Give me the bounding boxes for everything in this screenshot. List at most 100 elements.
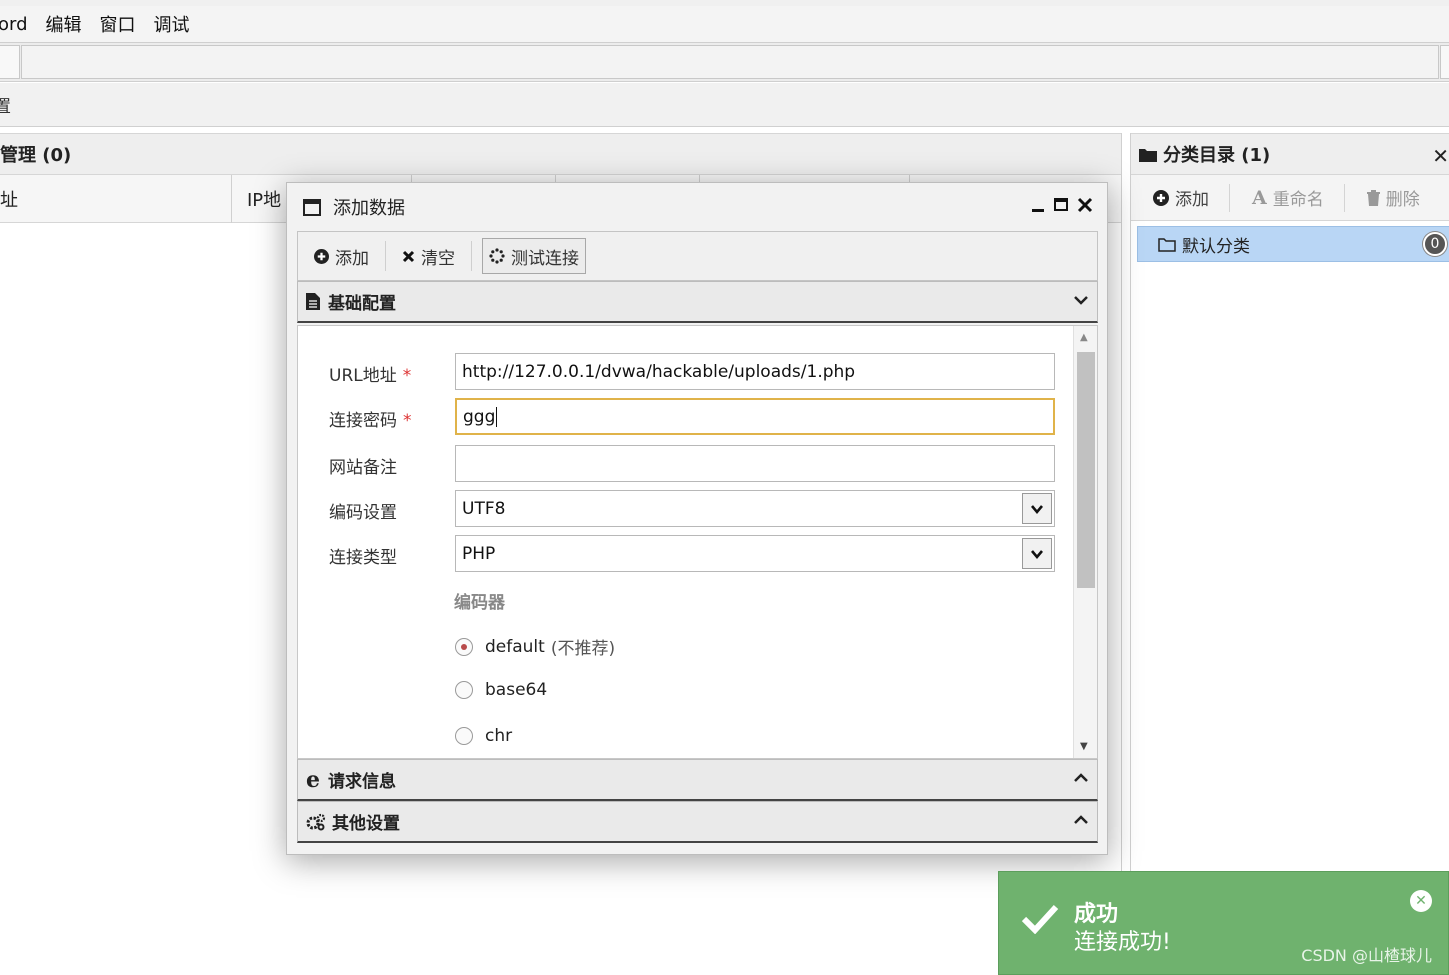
add-button-label: 添加	[335, 248, 369, 269]
dialog-toolbar: 添加 清空 测试连接	[297, 231, 1098, 281]
clear-button-label: 清空	[421, 248, 455, 269]
trash-icon	[1366, 189, 1380, 206]
menubar: ord 编辑 窗口 调试	[0, 0, 1449, 42]
tab-left[interactable]	[0, 45, 20, 79]
add-button[interactable]: 添加	[308, 238, 375, 274]
category-header: 分类目录 (1) ✕	[1131, 133, 1449, 175]
url-row: URL地址 * http://127.0.0.1/dvwa/hackable/up…	[298, 353, 1073, 391]
section-basic-config[interactable]: 基础配置	[297, 281, 1098, 323]
url-label: URL地址 *	[329, 366, 412, 386]
note-input[interactable]	[455, 445, 1055, 482]
encoder-option-default[interactable]: default (不推荐)	[455, 634, 615, 659]
checkmark-icon	[1021, 902, 1059, 934]
dialog-title: 添加数据	[333, 198, 405, 219]
menu-item-record[interactable]: ord	[0, 14, 28, 35]
close-icon[interactable]	[1077, 195, 1093, 213]
toast-message: 连接成功!	[1074, 930, 1171, 955]
category-item-default[interactable]: 默认分类 0	[1137, 226, 1449, 262]
folder-open-icon	[1158, 237, 1176, 252]
toolbar-label[interactable]: 置	[0, 92, 11, 117]
form-scrollbar[interactable]: ▲ ▼	[1073, 326, 1097, 758]
encoder-option-label: default	[485, 636, 545, 657]
toolbar-divider	[1229, 183, 1230, 212]
rename-category-button[interactable]: A 重命名	[1252, 185, 1324, 211]
basic-config-form: URL地址 * http://127.0.0.1/dvwa/hackable/up…	[297, 325, 1098, 759]
chevron-down-icon[interactable]	[1022, 493, 1052, 524]
menu-item-edit[interactable]: 编辑	[46, 11, 82, 37]
menu-item-debug[interactable]: 调试	[154, 11, 190, 37]
tab-right[interactable]	[1440, 45, 1449, 79]
panel-title: 管理 (0)	[0, 133, 1121, 175]
category-panel: 分类目录 (1) ✕ 添加 A 重命名 删除 默认分类 0	[1130, 133, 1449, 975]
folder-icon	[1139, 147, 1157, 162]
category-item-label: 默认分类	[1182, 236, 1250, 257]
minimize-icon[interactable]	[1031, 195, 1045, 213]
radio-button[interactable]	[455, 681, 473, 699]
panel-title-text: 管理 (0)	[0, 145, 72, 166]
cogs-icon	[306, 813, 326, 831]
scroll-down-icon[interactable]: ▼	[1080, 741, 1088, 752]
url-input[interactable]: http://127.0.0.1/dvwa/hackable/uploads/1…	[455, 353, 1055, 390]
window-controls	[1031, 195, 1093, 213]
add-category-label: 添加	[1175, 190, 1209, 210]
password-label: 连接密码 *	[329, 411, 412, 431]
encoder-option-base64[interactable]: base64	[455, 680, 547, 700]
toolbar-divider	[471, 241, 472, 271]
encoding-select[interactable]: UTF8	[455, 490, 1055, 527]
chevron-down-icon[interactable]	[1022, 538, 1052, 569]
toolbar-divider	[1343, 183, 1345, 212]
add-category-button[interactable]: 添加	[1153, 185, 1209, 210]
encoding-row: 编码设置 UTF8	[298, 490, 1073, 528]
chevron-up-icon	[1073, 770, 1089, 786]
scroll-up-icon[interactable]: ▲	[1080, 332, 1088, 343]
section-other-settings[interactable]: 其他设置	[297, 801, 1098, 843]
password-input[interactable]: ggg	[455, 398, 1055, 435]
required-mark: *	[403, 411, 412, 431]
encoding-label: 编码设置	[329, 503, 397, 523]
delete-category-label: 删除	[1385, 190, 1420, 210]
window-icon	[303, 198, 321, 216]
success-toast: 成功 连接成功! ✕ CSDN @山楂球儿	[998, 871, 1449, 975]
watermark: CSDN @山楂球儿	[1301, 946, 1432, 965]
column-header-url[interactable]: 址	[0, 175, 232, 223]
test-connection-button[interactable]: 测试连接	[482, 238, 586, 274]
chevron-down-icon	[1073, 292, 1089, 308]
x-icon	[402, 250, 415, 263]
secondary-toolbar: 置	[0, 83, 1449, 127]
type-value: PHP	[462, 543, 496, 564]
section-request-label: 请求信息	[328, 772, 396, 792]
encoder-option-chr[interactable]: chr	[455, 726, 512, 746]
tab-bar	[0, 42, 1449, 82]
radio-button[interactable]	[455, 637, 473, 656]
close-icon[interactable]: ✕	[1432, 144, 1449, 168]
clear-button[interactable]: 清空	[396, 238, 461, 274]
column-ip-label: IP地	[247, 190, 282, 211]
plus-circle-icon	[314, 248, 329, 264]
file-icon	[306, 293, 320, 310]
section-other-label: 其他设置	[332, 814, 400, 834]
close-icon[interactable]: ✕	[1410, 890, 1432, 912]
type-row: 连接类型 PHP	[298, 535, 1073, 573]
password-value: ggg	[463, 406, 496, 427]
section-basic-label: 基础配置	[328, 294, 396, 314]
encoding-value: UTF8	[462, 498, 506, 519]
category-toolbar: 添加 A 重命名 删除	[1131, 175, 1449, 221]
section-request-info[interactable]: e 请求信息	[297, 759, 1098, 801]
dialog-titlebar[interactable]: 添加数据	[287, 183, 1107, 231]
tab-main[interactable]	[21, 45, 1439, 79]
menu-item-window[interactable]: 窗口	[100, 11, 136, 37]
scrollbar-thumb[interactable]	[1077, 352, 1095, 588]
radio-button[interactable]	[455, 727, 473, 745]
text-caret	[496, 406, 498, 427]
category-title: 分类目录 (1)	[1163, 145, 1271, 166]
rename-category-label: 重命名	[1272, 190, 1324, 210]
maximize-icon[interactable]	[1053, 195, 1069, 213]
note-label: 网站备注	[329, 458, 397, 478]
url-value: http://127.0.0.1/dvwa/hackable/uploads/1…	[462, 361, 856, 382]
encoder-option-label: chr	[485, 726, 513, 746]
column-url-label: 址	[0, 190, 18, 211]
delete-category-button[interactable]: 删除	[1366, 185, 1420, 210]
chevron-up-icon	[1073, 812, 1089, 828]
test-connection-label: 测试连接	[511, 248, 579, 269]
type-select[interactable]: PHP	[455, 535, 1055, 572]
